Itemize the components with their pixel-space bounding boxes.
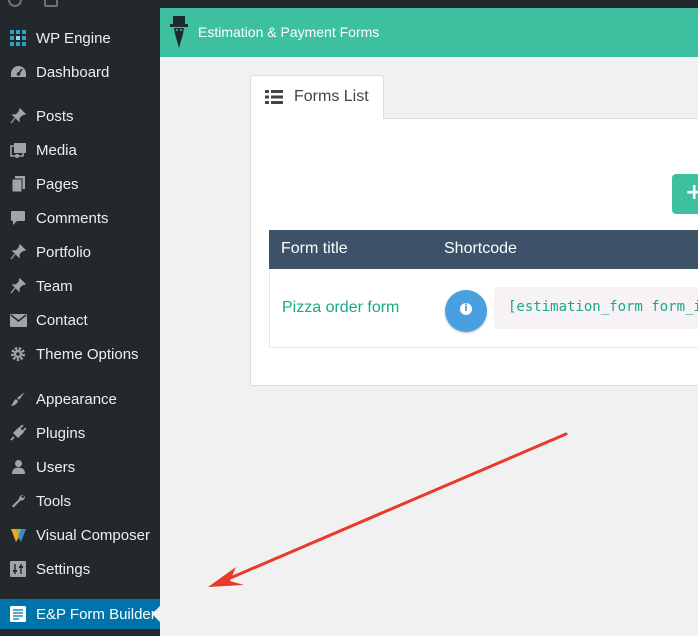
sidebar-item-label: E&P Form Builder [36, 605, 156, 623]
gear-icon [9, 345, 27, 363]
plugin-title: Estimation & Payment Forms [198, 24, 380, 40]
sidebar-item-appearance[interactable]: Appearance [0, 384, 160, 414]
sidebar-item-label: Appearance [36, 390, 117, 408]
active-indicator [152, 606, 160, 622]
user-icon [9, 458, 27, 476]
sidebar-item-label: Portfolio [36, 243, 92, 261]
visual-composer-icon [9, 526, 27, 544]
sidebar-item-label: Pages [36, 175, 79, 193]
sidebar-item-comments[interactable]: Comments [0, 203, 160, 233]
sidebar-item-team[interactable]: Team [0, 271, 160, 301]
sidebar-item-label: Comments [36, 209, 109, 227]
info-button[interactable]: i [445, 290, 487, 332]
table-row: Pizza order form i [estimation_form form… [269, 269, 698, 348]
tab-forms-list[interactable]: Forms List [250, 75, 384, 119]
sidebar-item-media[interactable]: Media [0, 135, 160, 165]
pin-icon [9, 243, 27, 261]
form-title-link[interactable]: Pizza order form [282, 299, 399, 317]
sidebar-item-label: Dashboard [36, 63, 110, 81]
sidebar-item-label: Theme Options [36, 345, 139, 363]
sidebar-item-settings[interactable]: Settings [0, 554, 160, 584]
mail-icon [9, 311, 27, 329]
brush-icon [9, 390, 27, 408]
sidebar-item-contact[interactable]: Contact [0, 305, 160, 335]
pin-icon [9, 277, 27, 295]
sidebar-item-wp-engine[interactable]: WP Engine [0, 23, 160, 53]
sidebar-item-label: Tools [36, 492, 72, 510]
sidebar-item-label: Users [36, 458, 76, 476]
pages-icon [9, 175, 27, 193]
sidebar-item-plugins[interactable]: Plugins [0, 418, 160, 448]
pin-icon [9, 107, 27, 125]
comments-icon [9, 209, 27, 227]
mascot-logo-icon [170, 16, 188, 48]
add-form-button[interactable]: + [672, 174, 698, 214]
dashboard-icon [9, 63, 27, 81]
plugin-icon [9, 424, 27, 442]
sidebar-item-portfolio[interactable]: Portfolio [0, 237, 160, 267]
info-icon: i [460, 303, 472, 315]
plus-icon: + [685, 180, 698, 205]
sidebar-item-label: Plugins [36, 424, 86, 442]
plugin-header: Estimation & Payment Forms [160, 8, 698, 57]
home-icon[interactable] [44, 0, 58, 7]
sidebar-item-label: Posts [36, 107, 74, 125]
sidebar-item-label: Team [36, 277, 73, 295]
sidebar-item-pages[interactable]: Pages [0, 169, 160, 199]
wordpress-icon[interactable] [8, 0, 22, 7]
sidebar-item-label: Visual Composer [36, 526, 150, 544]
shortcode-field[interactable]: [estimation_form form_id [494, 287, 698, 329]
settings-icon [9, 560, 27, 578]
media-icon [9, 141, 27, 159]
sidebar-item-ep-form-builder[interactable]: E&P Form Builder [0, 599, 160, 629]
annotation-arrow [208, 432, 568, 587]
sidebar-item-visual-composer[interactable]: Visual Composer [0, 520, 160, 550]
sidebar-item-tools[interactable]: Tools [0, 486, 160, 516]
sidebar-item-users[interactable]: Users [0, 452, 160, 482]
sidebar-item-label: Media [36, 141, 77, 159]
admin-bar [0, 0, 698, 8]
wrench-icon [9, 492, 27, 510]
list-icon [265, 90, 283, 104]
table-header: Form title Shortcode [269, 230, 698, 269]
shortcode-text: [estimation_form form_id [508, 299, 698, 315]
sidebar-item-label: Contact [36, 311, 88, 329]
admin-sidebar: WP Engine Dashboard Posts Media Pages Co… [0, 8, 160, 636]
sidebar-item-label: WP Engine [36, 29, 111, 47]
column-header-form-title: Form title [281, 240, 348, 257]
wp-engine-icon [9, 29, 27, 47]
tab-label: Forms List [294, 88, 369, 105]
sidebar-item-dashboard[interactable]: Dashboard [0, 57, 160, 87]
sidebar-item-theme-options[interactable]: Theme Options [0, 339, 160, 369]
sidebar-item-label: Settings [36, 560, 91, 578]
column-header-shortcode: Shortcode [444, 240, 517, 257]
form-icon [9, 605, 27, 623]
sidebar-item-posts[interactable]: Posts [0, 101, 160, 131]
